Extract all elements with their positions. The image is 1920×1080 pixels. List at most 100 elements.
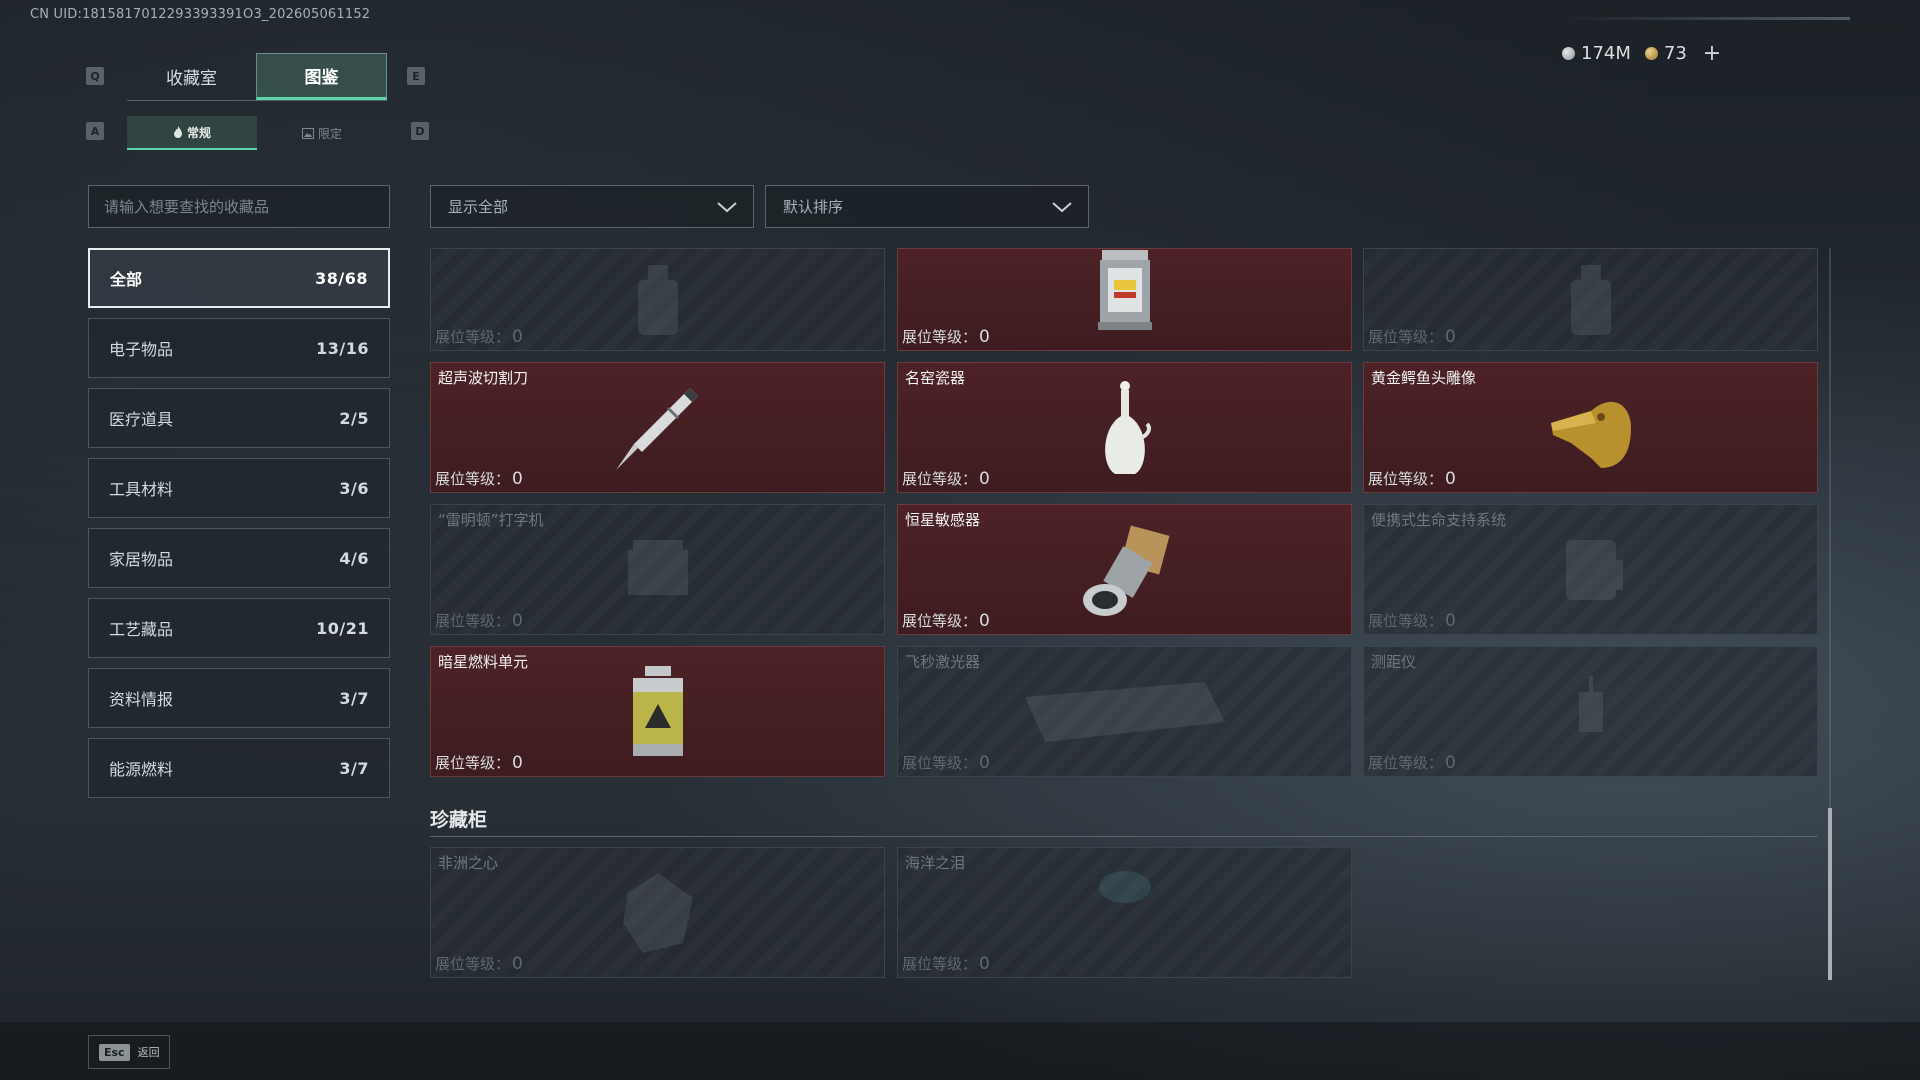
gold-coin-icon — [1644, 46, 1658, 60]
gold-currency: 73 — [1644, 43, 1687, 64]
silver-coin-icon — [1562, 46, 1575, 60]
category-all[interactable]: 全部 38/68 — [88, 248, 390, 308]
treasure-card[interactable]: 非洲之心 展位等级： 0 — [430, 847, 885, 978]
key-hint-q: Q — [86, 67, 104, 85]
category-count: 4/6 — [339, 548, 369, 568]
image-icon — [301, 127, 314, 139]
category-energy[interactable]: 能源燃料 3/7 — [88, 738, 390, 798]
item-level: 展位等级： 0 — [435, 327, 523, 347]
tab-codex[interactable]: 图鉴 — [256, 53, 387, 100]
category-tools[interactable]: 工具材料 3/6 — [88, 458, 390, 518]
item-level: 展位等级： 0 — [902, 753, 990, 773]
item-name: 便携式生命支持系统 — [1371, 511, 1507, 529]
item-card[interactable]: 展位等级： 0 — [1363, 248, 1818, 351]
main-tabs: 收藏室 图鉴 — [127, 53, 387, 101]
item-level: 展位等级： 0 — [1368, 469, 1456, 489]
subtab-limited-label: 限定 — [317, 126, 342, 141]
item-card[interactable]: 展位等级： 0 — [430, 248, 885, 351]
add-currency-button[interactable]: + — [1703, 41, 1721, 66]
category-count: 2/5 — [339, 408, 369, 428]
life-support-icon — [1565, 539, 1623, 600]
item-name: 测距仪 — [1371, 653, 1417, 671]
item-name: 黄金鳄鱼头雕像 — [1371, 369, 1477, 387]
chevron-down-icon — [717, 201, 737, 212]
category-label: 工具材料 — [109, 480, 174, 499]
scrollbar-thumb[interactable] — [1828, 808, 1832, 980]
esc-key-hint: Esc — [99, 1043, 130, 1061]
category-label: 医疗道具 — [109, 410, 174, 429]
silver-currency: 174M — [1562, 43, 1631, 64]
back-label: 返回 — [137, 1046, 160, 1059]
top-deco-bar — [1560, 17, 1850, 20]
item-name: 非洲之心 — [438, 854, 499, 872]
fuel-canister-icon — [632, 665, 683, 756]
category-count: 3/7 — [339, 688, 369, 708]
category-label: 能源燃料 — [109, 760, 174, 779]
diamond-icon — [622, 872, 693, 953]
subtab-regular-label: 常规 — [186, 125, 211, 140]
silver-amount: 174M — [1581, 42, 1631, 64]
tab-collection-room[interactable]: 收藏室 — [127, 53, 256, 100]
gem-icon — [1098, 870, 1151, 903]
item-card[interactable]: 测距仪 展位等级： 0 — [1363, 646, 1818, 777]
item-level: 展位等级： 0 — [902, 611, 990, 631]
item-card[interactable]: 恒星敏感器 展位等级： 0 — [897, 504, 1352, 635]
item-level: 展位等级： 0 — [1368, 753, 1456, 773]
item-name: “雷明顿”打字机 — [438, 511, 544, 529]
category-count: 10/21 — [316, 618, 369, 638]
typewriter-icon — [627, 539, 688, 595]
category-count: 13/16 — [316, 338, 369, 358]
category-label: 电子物品 — [109, 340, 174, 359]
category-label: 工艺藏品 — [109, 620, 174, 639]
filter-dropdown-value: 显示全部 — [448, 198, 509, 216]
section-divider — [430, 836, 1818, 837]
sub-tabs: 常规 限定 — [127, 116, 387, 150]
subtab-limited[interactable]: 限定 — [257, 116, 387, 150]
sort-dropdown-value: 默认排序 — [783, 198, 844, 216]
category-intel[interactable]: 资料情报 3/7 — [88, 668, 390, 728]
item-card[interactable]: 暗星燃料单元 展位等级： 0 — [430, 646, 885, 777]
item-level: 展位等级： 0 — [1368, 327, 1456, 347]
item-level: 展位等级： 0 — [902, 469, 990, 489]
item-level: 展位等级： 0 — [1368, 611, 1456, 631]
lantern-icon — [1097, 250, 1152, 331]
key-hint-d: D — [411, 122, 429, 140]
laser-icon — [1024, 681, 1225, 742]
category-crafts[interactable]: 工艺藏品 10/21 — [88, 598, 390, 658]
rangefinder-icon — [1578, 675, 1603, 732]
key-hint-a: A — [86, 122, 104, 140]
item-level: 展位等级： 0 — [435, 954, 523, 974]
search-input[interactable] — [88, 185, 390, 228]
item-level: 展位等级： 0 — [435, 753, 523, 773]
subtab-regular[interactable]: 常规 — [127, 116, 257, 150]
item-name: 恒星敏感器 — [905, 511, 981, 529]
category-household[interactable]: 家居物品 4/6 — [88, 528, 390, 588]
item-name: 海洋之泪 — [905, 854, 966, 872]
category-label: 家居物品 — [109, 550, 174, 569]
ultrasonic-cutter-icon — [615, 387, 698, 470]
category-count: 3/7 — [339, 758, 369, 778]
item-card[interactable]: 展位等级： 0 — [897, 248, 1352, 351]
category-count: 3/6 — [339, 478, 369, 498]
item-name: 暗星燃料单元 — [438, 653, 529, 671]
category-medical[interactable]: 医疗道具 2/5 — [88, 388, 390, 448]
item-card[interactable]: “雷明顿”打字机 展位等级： 0 — [430, 504, 885, 635]
back-button[interactable]: Esc 返回 — [88, 1035, 170, 1069]
item-card[interactable]: 黄金鳄鱼头雕像 展位等级： 0 — [1363, 362, 1818, 493]
item-card[interactable]: 便携式生命支持系统 展位等级： 0 — [1363, 504, 1818, 635]
sort-dropdown[interactable]: 默认排序 — [765, 185, 1089, 228]
star-sensor-icon — [1082, 525, 1169, 616]
category-electronics[interactable]: 电子物品 13/16 — [88, 318, 390, 378]
bottle-icon — [637, 264, 678, 335]
item-level: 展位等级： 0 — [902, 327, 990, 347]
gold-crocodile-head-icon — [1550, 401, 1631, 468]
item-card[interactable]: 飞秒激光器 展位等级： 0 — [897, 646, 1352, 777]
category-label: 全部 — [110, 270, 143, 289]
treasure-card[interactable]: 海洋之泪 展位等级： 0 — [897, 847, 1352, 978]
item-name: 超声波切割刀 — [438, 369, 529, 387]
item-card[interactable]: 超声波切割刀 展位等级： 0 — [430, 362, 885, 493]
filter-dropdown[interactable]: 显示全部 — [430, 185, 754, 228]
item-name: 名窑瓷器 — [905, 369, 966, 387]
item-card[interactable]: 名窑瓷器 展位等级： 0 — [897, 362, 1352, 493]
category-count: 38/68 — [315, 268, 368, 288]
